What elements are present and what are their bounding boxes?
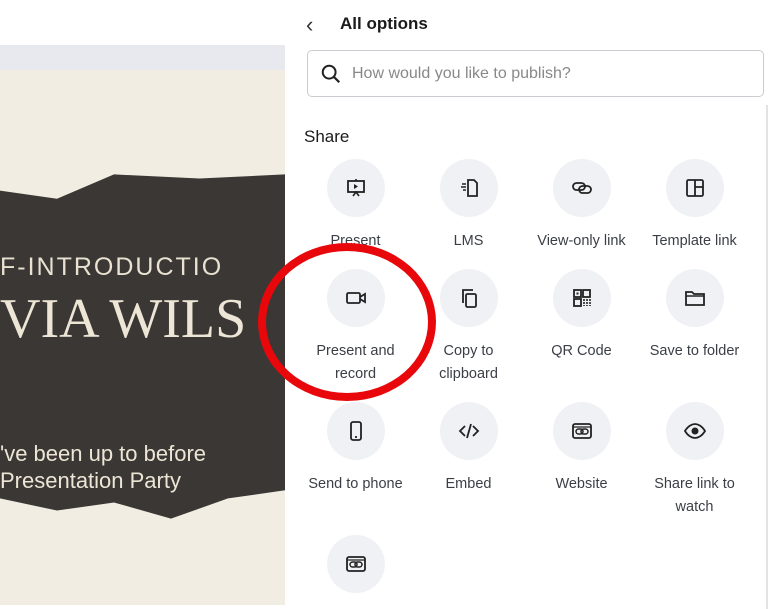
option-icon-circle [439,402,498,460]
option-icon-circle [665,269,724,327]
option-label: Share link to watch [654,476,735,515]
copy-icon [461,289,477,308]
option-icon-circle [439,269,498,327]
option-icon-circle [552,159,611,217]
option-label: Send to phone [308,476,403,492]
website-icon [571,423,592,439]
share-option-send-to-phone[interactable]: Send to phone [299,402,412,496]
option-icon-circle [439,159,498,217]
share-options-grid: Present LMS View-only link Template link Pre… [0,0,768,609]
option-label: Present [330,233,381,249]
share-option-share-link-to-watch[interactable]: Share link to watch [638,402,751,519]
option-icon-circle [552,402,611,460]
option-label: Save to folder [649,343,740,359]
option-label: Present and record [316,343,395,382]
share-option-website[interactable]: Website [525,402,638,496]
option-icon-circle [326,159,385,217]
qr-code-icon [572,289,591,307]
presentation-icon [346,179,365,197]
option-label: Embed [445,476,492,492]
code-icon [458,423,479,439]
share-option-template-link[interactable]: Template link [638,159,751,253]
folder-icon [684,291,705,306]
option-icon-circle [552,269,611,327]
share-option-embed[interactable]: Embed [412,402,525,496]
share-option-website-2[interactable] [299,535,412,606]
camera-icon [345,292,366,304]
eye-icon [683,423,706,439]
share-option-qr-code[interactable]: QR Code [525,269,638,363]
option-icon-circle [326,402,385,460]
option-label: Copy to clipboard [439,343,498,382]
option-icon-circle [665,159,724,217]
share-option-view-only-link[interactable]: View-only link [525,159,638,253]
share-option-copy-to-clipboard[interactable]: Copy to clipboard [412,269,525,386]
lms-icon [460,179,478,197]
share-option-present-and-record[interactable]: Present and record [299,269,412,386]
share-option-present[interactable]: Present [299,159,412,253]
share-option-save-to-folder[interactable]: Save to folder [638,269,751,363]
option-icon-circle [665,402,724,460]
link-icon [571,182,592,194]
option-label: Template link [652,233,737,249]
option-label: LMS [453,233,484,249]
share-option-lms[interactable]: LMS [412,159,525,253]
phone-icon [349,421,362,441]
option-label: Website [555,476,608,492]
option-icon-circle [326,535,385,593]
website-icon [345,556,366,572]
option-icon-circle [326,269,385,327]
option-label: View-only link [537,233,626,249]
template-icon [685,179,704,197]
option-label: QR Code [551,343,612,359]
